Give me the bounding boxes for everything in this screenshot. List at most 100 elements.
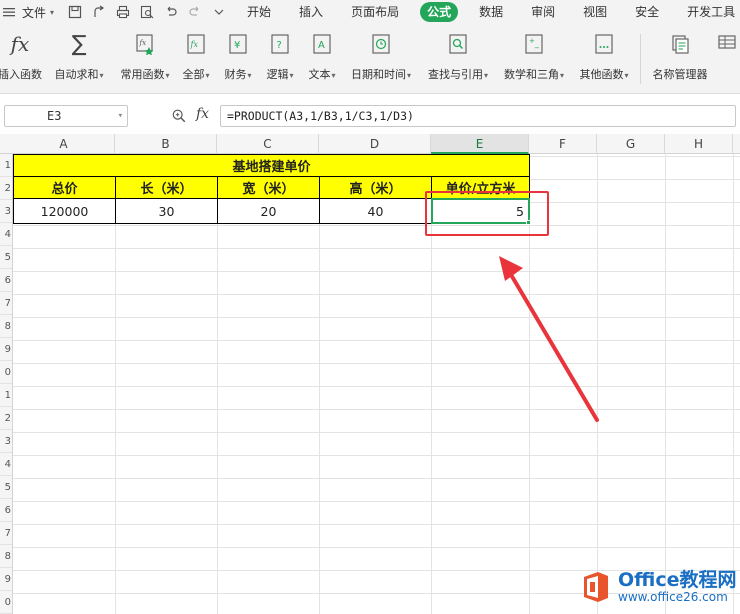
tab-page-layout[interactable]: 页面布局: [344, 2, 406, 22]
all-functions-button[interactable]: fx 全部▾: [178, 32, 214, 88]
tab-view[interactable]: 视图: [576, 2, 614, 22]
column-header-e[interactable]: E: [431, 134, 529, 154]
lookup-functions-button[interactable]: 查找与引用▾: [424, 32, 492, 88]
row-header[interactable]: 1: [0, 384, 12, 407]
svg-text:A: A: [318, 40, 325, 51]
office-logo-icon: [584, 572, 608, 602]
row-header[interactable]: 8: [0, 545, 12, 568]
row-header[interactable]: 5: [0, 246, 12, 269]
other-functions-label: 其他函数: [579, 68, 624, 81]
name-box[interactable]: E3 ▾: [4, 105, 128, 127]
row-header[interactable]: 7: [0, 522, 12, 545]
column-header-d[interactable]: D: [319, 134, 431, 154]
undo-icon[interactable]: [164, 5, 178, 19]
define-name-button[interactable]: [716, 32, 740, 88]
fx-icon[interactable]: fx: [196, 106, 209, 122]
row-header[interactable]: 4: [0, 453, 12, 476]
row-header[interactable]: 5: [0, 476, 12, 499]
insert-function-button[interactable]: fx 插入函数: [0, 32, 46, 88]
cell-a1-merged-title[interactable]: 基地搭建单价: [13, 154, 530, 177]
chevron-down-icon: ▾: [117, 111, 123, 121]
file-menu[interactable]: 文件 ▾: [22, 0, 54, 24]
customize-dropdown-icon[interactable]: [212, 5, 226, 19]
column-header-h[interactable]: H: [665, 134, 733, 154]
cell-d3[interactable]: 40: [319, 198, 432, 224]
name-tag-icon: [669, 32, 691, 56]
common-functions-button[interactable]: fx 常用函数▾: [113, 32, 177, 88]
ribbon-separator: [640, 34, 641, 84]
tab-formulas[interactable]: 公式: [420, 2, 459, 22]
question-icon: ?: [269, 32, 291, 56]
row-header[interactable]: 4: [0, 223, 12, 246]
spreadsheet-app: 文件 ▾ 开始 插入 页面布局 公式 数据 审阅 视图 安全 开发工具 fx 插…: [0, 0, 740, 614]
chevron-down-icon: ▾: [624, 71, 629, 80]
chevron-down-icon: ▾: [50, 7, 55, 17]
tab-home[interactable]: 开始: [240, 2, 278, 22]
cell-b2[interactable]: 长（米）: [115, 176, 218, 199]
name-box-value: E3: [47, 109, 62, 123]
save-icon[interactable]: [68, 5, 82, 19]
row-header[interactable]: 3: [0, 430, 12, 453]
currency-icon: ¥: [227, 32, 249, 56]
share-icon[interactable]: [92, 5, 106, 19]
column-header-a[interactable]: A: [13, 134, 115, 154]
ribbon-toolbar: fx 插入函数 ∑ 自动求和▾ fx 常用函数▾ fx 全部▾ ¥ 财务▾ ? …: [0, 24, 740, 94]
tab-insert[interactable]: 插入: [292, 2, 330, 22]
magnifier-icon: [447, 32, 469, 56]
formula-input[interactable]: =PRODUCT(A3,1/B3,1/C3,1/D3): [220, 105, 736, 127]
row-header[interactable]: 2: [0, 407, 12, 430]
row-header[interactable]: 3: [0, 200, 12, 223]
worksheet-grid[interactable]: A B C D E F G H 1 2 3 4 5 6 7 8 9 0 1 2 …: [0, 134, 740, 614]
watermark-title: Office教程网: [618, 569, 737, 591]
row-header[interactable]: 8: [0, 315, 12, 338]
cell-c2[interactable]: 宽（米）: [217, 176, 320, 199]
row-header[interactable]: 7: [0, 292, 12, 315]
text-functions-button[interactable]: A 文本▾: [304, 32, 340, 88]
svg-text:−: −: [534, 44, 540, 52]
cell-d2[interactable]: 高（米）: [319, 176, 432, 199]
tab-review[interactable]: 审阅: [524, 2, 562, 22]
column-header-b[interactable]: B: [115, 134, 217, 154]
autosum-button[interactable]: ∑ 自动求和▾: [50, 32, 108, 88]
cell-b3[interactable]: 30: [115, 198, 218, 224]
svg-text:fx: fx: [190, 40, 199, 49]
tab-security[interactable]: 安全: [628, 2, 666, 22]
cell-a3[interactable]: 120000: [13, 198, 116, 224]
datetime-functions-button[interactable]: 日期和时间▾: [347, 32, 415, 88]
cell-a2[interactable]: 总价: [13, 176, 116, 199]
row-header[interactable]: 6: [0, 499, 12, 522]
tab-developer[interactable]: 开发工具: [680, 2, 740, 22]
column-header-f[interactable]: F: [529, 134, 597, 154]
svg-text:¥: ¥: [234, 40, 240, 51]
row-header[interactable]: 0: [0, 591, 12, 614]
redo-icon[interactable]: [188, 5, 202, 19]
row-header[interactable]: 0: [0, 361, 12, 384]
row-header[interactable]: 9: [0, 338, 12, 361]
column-headers: A B C D E F G H: [0, 134, 740, 154]
chevron-down-icon: ▾: [247, 71, 252, 80]
row-header[interactable]: 9: [0, 568, 12, 591]
cell-c3[interactable]: 20: [217, 198, 320, 224]
clock-icon: [370, 32, 392, 56]
row-header[interactable]: 2: [0, 177, 12, 200]
zoom-search-icon[interactable]: [170, 107, 188, 125]
column-header-g[interactable]: G: [597, 134, 665, 154]
math-icon: + −: [523, 32, 545, 56]
hamburger-menu[interactable]: [2, 0, 22, 24]
print-preview-icon[interactable]: [140, 5, 154, 19]
file-menu-label: 文件: [22, 5, 47, 20]
financial-functions-button[interactable]: ¥ 财务▾: [220, 32, 256, 88]
other-functions-button[interactable]: 其他函数▾: [576, 32, 632, 88]
name-manager-button[interactable]: 名称管理器: [650, 32, 710, 88]
tab-data[interactable]: 数据: [472, 2, 510, 22]
logical-functions-button[interactable]: ? 逻辑▾: [262, 32, 298, 88]
grid-line: [665, 154, 666, 614]
watermark: Office教程网 www.office26.com: [578, 567, 740, 607]
hamburger-icon: [2, 5, 16, 19]
row-header[interactable]: 6: [0, 269, 12, 292]
row-header[interactable]: 1: [0, 154, 12, 177]
math-functions-button[interactable]: + − 数学和三角▾: [500, 32, 568, 88]
grid-line: [733, 154, 734, 614]
print-icon[interactable]: [116, 5, 130, 19]
column-header-c[interactable]: C: [217, 134, 319, 154]
